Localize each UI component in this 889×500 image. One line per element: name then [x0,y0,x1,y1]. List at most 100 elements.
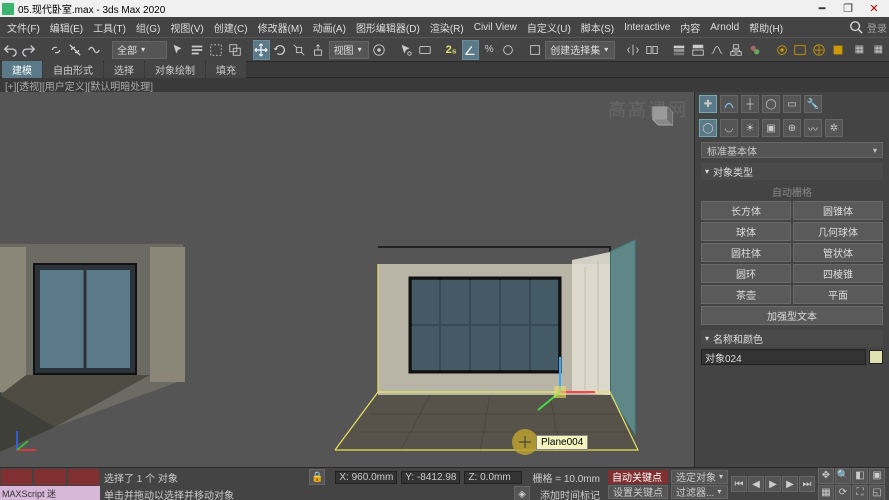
prim-box[interactable]: 长方体 [701,201,791,220]
curve-editor-button[interactable] [708,40,725,60]
extras-2[interactable]: ▦ [870,40,887,60]
tab-modify[interactable] [720,95,738,113]
mirror-button[interactable] [625,40,642,60]
prim-teapot[interactable]: 茶壶 [701,285,791,304]
layer-explorer-button[interactable] [671,40,688,60]
keyboard-shortcut-button[interactable] [416,40,433,60]
render-frame-button[interactable] [792,40,809,60]
percent-snap-button[interactable]: % [481,40,498,60]
isolate-button[interactable]: ◈ [514,486,530,500]
menu-render[interactable]: 渲染(R) [425,18,469,37]
menu-animation[interactable]: 动画(A) [308,18,351,37]
rollout-objecttype[interactable]: 对象类型 [701,163,883,180]
menu-grapheditors[interactable]: 图形编辑器(D) [351,18,425,37]
material-editor-button[interactable] [746,40,763,60]
setkey-button[interactable]: 设置关键点 [608,485,668,499]
menu-file[interactable]: 文件(F) [2,18,45,37]
prim-geosphere[interactable]: 几何球体 [793,222,883,241]
render-setup-button[interactable] [773,40,790,60]
menu-view[interactable]: 视图(V) [165,18,208,37]
tab-hierarchy[interactable]: ┼ [741,95,759,113]
tab-create[interactable]: ✚ [699,95,717,113]
coord-x[interactable]: X: 960.0mm [335,471,397,484]
menu-modifiers[interactable]: 修改器(M) [253,18,308,37]
refcoord-dropdown[interactable]: 视图 [329,41,369,59]
edit-selection-set-button[interactable] [526,40,543,60]
object-color-swatch[interactable] [869,350,883,364]
subtab-geometry[interactable]: ◯ [699,119,717,137]
select-scale-button[interactable] [291,40,308,60]
subtab-cameras[interactable]: ▣ [762,119,780,137]
select-object-button[interactable] [169,40,186,60]
subtab-shapes[interactable]: ◡ [720,119,738,137]
select-manipulate-button[interactable] [397,40,414,60]
prim-sphere[interactable]: 球体 [701,222,791,241]
ribbon-tab-populate[interactable]: 填充 [206,61,246,78]
autogrid-checkbox[interactable]: 自动栅格 [701,182,883,201]
viewport-label-bar[interactable]: [+][透视][用户定义][默认明暗处理] [0,78,889,92]
select-place-button[interactable] [310,40,327,60]
menu-group[interactable]: 组(G) [131,18,165,37]
select-by-name-button[interactable] [188,40,205,60]
nav-orbit[interactable]: ⟳ [835,485,851,500]
menu-arnold[interactable]: Arnold [705,20,744,35]
undo-button[interactable] [2,40,19,60]
coord-y[interactable]: Y: -8412.98 [401,471,460,484]
prim-pyramid[interactable]: 四棱锥 [793,264,883,283]
render-button[interactable] [830,40,847,60]
selection-filter-dropdown[interactable]: 全部 [112,41,167,59]
play-end[interactable]: ⏭ [799,476,815,492]
menu-civilview[interactable]: Civil View [469,20,522,35]
anim-frames[interactable] [0,468,100,486]
object-name-input[interactable] [701,349,866,365]
extras-1[interactable]: ▦ [851,40,868,60]
subtab-lights[interactable]: ☀ [741,119,759,137]
timetag-button[interactable]: 添加时间标记 [540,487,600,500]
schematic-view-button[interactable] [727,40,744,60]
ribbon-tab-modeling[interactable]: 建模 [2,61,42,78]
angle-snap-button[interactable] [462,40,479,60]
nav-zoomext[interactable]: ▣ [869,468,885,484]
prim-cylinder[interactable]: 圆柱体 [701,243,791,262]
prim-textplus[interactable]: 加强型文本 [701,306,883,325]
viewcube[interactable] [642,98,678,134]
ribbon-tab-objectpaint[interactable]: 对象绘制 [145,61,205,78]
nav-pan[interactable]: ✥ [818,468,834,484]
menu-create[interactable]: 创建(C) [209,18,253,37]
nav-zoomall[interactable]: ▦ [818,485,834,500]
menu-help[interactable]: 帮助(H) [744,18,788,37]
maximize-button[interactable]: ❐ [835,1,861,17]
close-button[interactable]: ✕ [861,1,887,17]
prim-cone[interactable]: 圆锥体 [793,201,883,220]
lock-selection-button[interactable]: 🔒 [309,469,325,485]
coord-z[interactable]: Z: 0.0mm [464,471,522,484]
nav-minmax[interactable]: ◱ [869,485,885,500]
play-next[interactable]: ▶ [782,476,798,492]
spinner-snap-button[interactable] [500,40,517,60]
search-icon[interactable] [849,20,863,34]
minimize-button[interactable]: ━ [809,1,835,17]
render-production-button[interactable] [811,40,828,60]
nav-maximize[interactable]: ⛶ [852,485,868,500]
snap-toggle-2[interactable]: 2₅ [443,40,460,60]
rollout-namecolor[interactable]: 名称和颜色 [701,330,883,347]
select-rotate-button[interactable] [272,40,289,60]
viewport[interactable]: 高高课网 [0,92,694,467]
menu-interactive[interactable]: Interactive [619,20,675,35]
toggle-ribbon-button[interactable] [690,40,707,60]
unlink-button[interactable] [67,40,84,60]
menu-content[interactable]: 内容 [675,18,705,37]
play-prev[interactable]: ◀ [748,476,764,492]
nav-fov[interactable]: ◧ [852,468,868,484]
window-crossing-button[interactable] [226,40,243,60]
tab-utilities[interactable]: 🔧 [804,95,822,113]
prim-torus[interactable]: 圆环 [701,264,791,283]
autokey-button[interactable]: 自动关键点 [608,470,668,484]
subtab-systems[interactable]: ✲ [825,119,843,137]
subtab-helpers[interactable]: ⊕ [783,119,801,137]
category-dropdown[interactable]: 标准基本体 [701,142,883,158]
redo-button[interactable] [21,40,38,60]
keymode-dropdown[interactable]: 选定对象 [671,470,728,484]
maxscript-listener[interactable]: MAXScript 迷 [0,486,100,500]
play[interactable]: ▶ [765,476,781,492]
